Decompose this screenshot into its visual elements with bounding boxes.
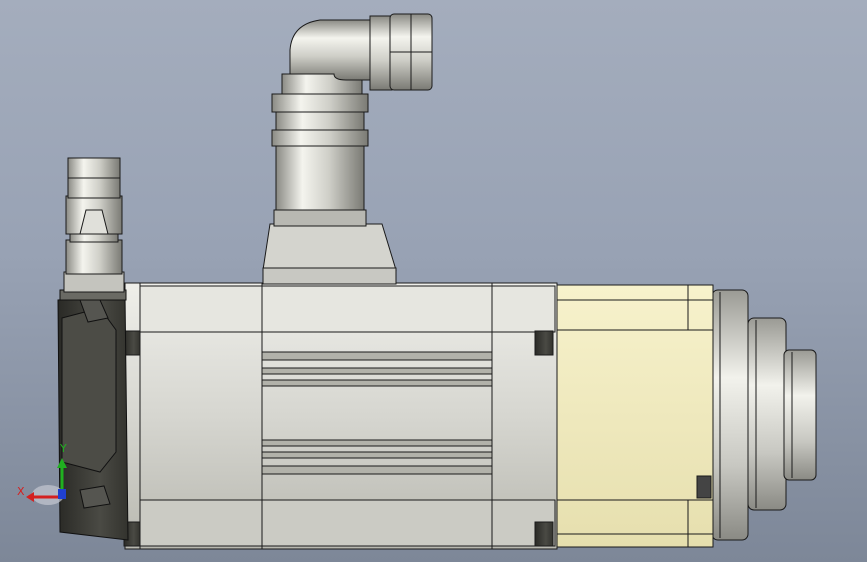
coordinate-triad xyxy=(26,458,67,505)
x-axis-label: X xyxy=(17,485,25,498)
y-axis-label: Y xyxy=(60,442,67,455)
cad-viewport[interactable]: X Y xyxy=(0,0,867,562)
